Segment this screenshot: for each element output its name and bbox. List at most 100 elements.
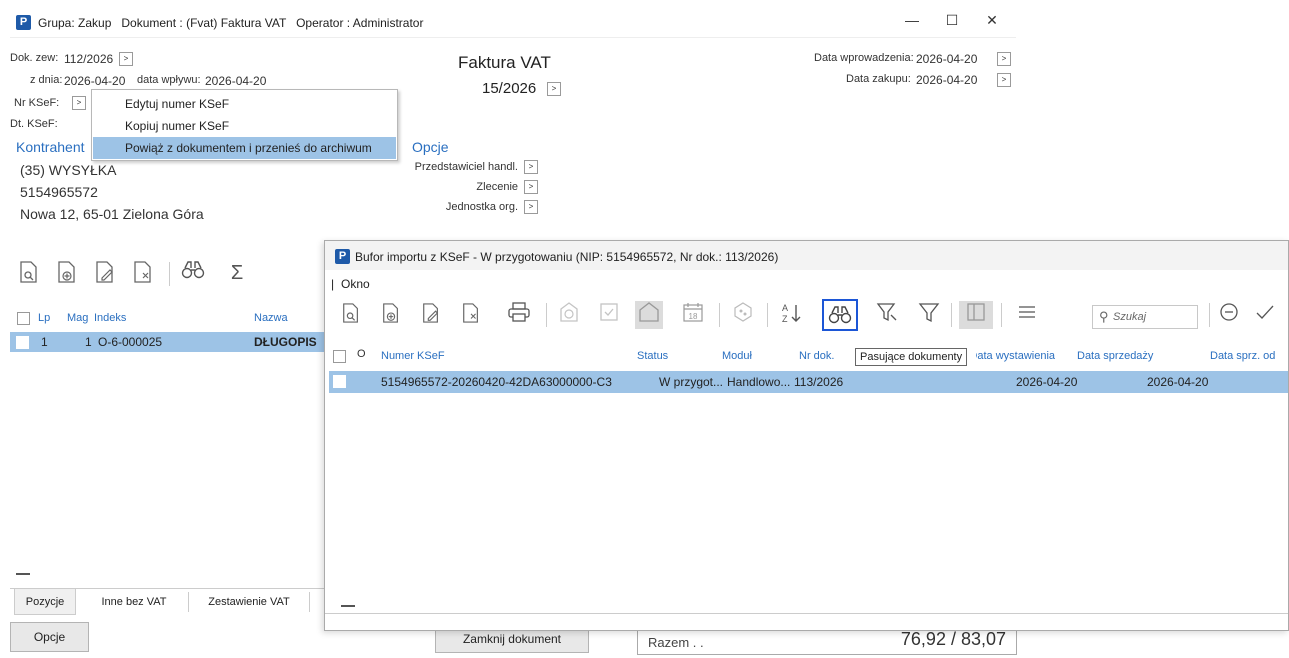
menu-okno[interactable]: Okno — [341, 277, 370, 291]
table-row[interactable]: 1 1 O-6-000025 DŁUGOPIS — [10, 332, 325, 352]
calendar-day: 18 — [689, 312, 698, 321]
tab-separator — [309, 592, 310, 612]
buffer-app-logo: P — [335, 249, 350, 264]
row-numer-ksef: 5154965572-20260420-42DA63000000-C3 — [381, 375, 612, 389]
panel-toggle-icon[interactable] — [959, 301, 993, 329]
column-mag[interactable]: Mag — [67, 312, 88, 324]
row-mag: 1 — [85, 335, 92, 349]
dok-zew-arrow-button[interactable]: > — [119, 52, 133, 66]
bottom-divider — [325, 613, 1288, 614]
menu-item-link-archive[interactable]: Powiąż z dokumentem i przenieś do archiw… — [93, 137, 396, 159]
minimize-button[interactable]: — — [900, 12, 924, 28]
data-wprowadzenia-arrow-button[interactable]: > — [997, 52, 1011, 66]
splitter-handle[interactable] — [16, 573, 30, 575]
tooltip-matching-documents: Pasujące dokumenty — [855, 348, 968, 366]
data-zakupu-value: 2026-04-20 — [916, 73, 978, 87]
z-dnia-value: 2026-04-20 — [64, 74, 126, 88]
column-lp[interactable]: Lp — [38, 312, 50, 324]
app-logo: P — [16, 15, 31, 30]
row-data-sprzedazy: 2026-04-20 — [1147, 375, 1209, 389]
column-nazwa[interactable]: Nazwa — [254, 312, 288, 324]
column-data-sprzedazy[interactable]: Data sprzedaży — [1077, 350, 1153, 362]
splitter-handle[interactable] — [341, 605, 355, 607]
dok-zew-value: 112/2026 — [64, 52, 114, 66]
dt-ksef-label: Dt. KSeF: — [10, 118, 58, 130]
sort-az-icon[interactable]: AZ — [777, 301, 805, 329]
row-checkbox[interactable] — [333, 375, 346, 388]
doc-type-title: Faktura VAT — [458, 53, 551, 72]
menu-grip: | — [331, 277, 335, 291]
add-document-icon[interactable] — [377, 301, 405, 329]
minus-circle-icon[interactable] — [1215, 301, 1243, 329]
toolbar-separator — [1001, 303, 1002, 327]
filter-icon[interactable] — [915, 301, 943, 329]
data-zakupu-arrow-button[interactable]: > — [997, 73, 1011, 87]
column-numer-ksef[interactable]: Numer KSeF — [381, 350, 445, 362]
sum-icon[interactable]: Σ — [224, 260, 250, 286]
row-indeks: O-6-000025 — [98, 335, 163, 349]
column-data-sprz-od-clip: Data sprz. od — [1210, 349, 1289, 365]
print-icon[interactable] — [505, 301, 533, 329]
menu-item-copy-ksef[interactable]: Kopiuj numer KSeF — [93, 115, 396, 137]
search-input[interactable]: ⚲ Szukaj — [1092, 305, 1198, 329]
doc-number-arrow-button[interactable]: > — [547, 82, 561, 96]
close-button[interactable]: ✕ — [980, 12, 1004, 29]
contractor-heading[interactable]: Kontrahent — [16, 139, 85, 155]
przedstawiciel-arrow-button[interactable]: > — [524, 160, 538, 174]
data-wplywu-value: 2026-04-20 — [205, 74, 267, 88]
svg-text:Z: Z — [782, 314, 788, 324]
preview-icon[interactable] — [16, 260, 42, 286]
column-data-wystawienia-clip: Data wystawienia — [976, 349, 1055, 365]
totals-label: Razem . . — [648, 635, 704, 650]
row-checkbox[interactable] — [16, 336, 29, 349]
buffer-window-title: Bufor importu z KSeF - W przygotowaniu (… — [355, 250, 779, 264]
status-dot-icon: O — [357, 348, 366, 360]
doc-number: 15/2026 — [482, 80, 537, 97]
tab-zestawienie-vat[interactable]: Zestawienie VAT — [196, 589, 302, 615]
menu-item-edit-ksef[interactable]: Edytuj numer KSeF — [93, 93, 396, 115]
buffer-titlebar: P Bufor importu z KSeF - W przygotowaniu… — [325, 241, 1288, 270]
preview-icon[interactable] — [337, 301, 365, 329]
column-modul[interactable]: Moduł — [722, 350, 752, 362]
edit-document-icon[interactable] — [417, 301, 445, 329]
data-wprowadzenia-label: Data wprowadzenia: — [814, 52, 914, 64]
matching-documents-button[interactable] — [822, 299, 858, 331]
archive-icon[interactable] — [635, 301, 663, 329]
nr-ksef-arrow-button[interactable]: > — [72, 96, 86, 110]
column-data-sprz-od[interactable]: Data sprz. od — [1210, 350, 1275, 362]
tab-separator — [188, 592, 189, 612]
select-all-checkbox[interactable] — [333, 350, 346, 363]
ksef-import-buffer-window: P Bufor importu z KSeF - W przygotowaniu… — [324, 240, 1289, 631]
column-nr-dok[interactable]: Nr dok. — [799, 350, 834, 362]
select-all-checkbox[interactable] — [17, 312, 30, 325]
edit-document-icon[interactable] — [92, 260, 118, 286]
binoculars-icon[interactable] — [180, 260, 206, 286]
options-heading: Opcje — [412, 139, 449, 155]
data-wprowadzenia-value: 2026-04-20 — [916, 52, 978, 66]
column-status[interactable]: Status — [637, 350, 668, 362]
add-document-icon[interactable] — [54, 260, 80, 286]
data-wplywu-label: data wpływu: — [137, 74, 201, 86]
confirm-check-icon[interactable] — [1251, 301, 1279, 329]
toolbar-separator — [719, 303, 720, 327]
delete-document-icon[interactable] — [130, 260, 156, 286]
row-status: W przygot... — [659, 375, 724, 389]
filter-edit-icon[interactable] — [873, 301, 901, 329]
column-indeks[interactable]: Indeks — [94, 312, 126, 324]
options-button[interactable]: Opcje — [10, 622, 89, 652]
data-zakupu-label: Data zakupu: — [846, 73, 911, 85]
z-dnia-label: z dnia: — [30, 74, 63, 86]
jednostka-arrow-button[interactable]: > — [524, 200, 538, 214]
contractor-name: (35) WYSYŁKA — [20, 162, 117, 178]
zlecenie-arrow-button[interactable]: > — [524, 180, 538, 194]
main-window-titlebar: P Grupa: Zakup Dokument : (Fvat) Faktura… — [10, 8, 1016, 38]
tab-inne-bez-vat[interactable]: Inne bez VAT — [94, 589, 174, 615]
accept-icon — [595, 301, 623, 329]
tab-pozycje[interactable]: Pozycje — [14, 589, 76, 615]
table-row[interactable]: 5154965572-20260420-42DA63000000-C3 W pr… — [329, 371, 1288, 393]
delete-document-icon[interactable] — [457, 301, 485, 329]
maximize-button[interactable]: ☐ — [940, 12, 964, 29]
column-data-wystawienia[interactable]: Data wystawienia — [976, 350, 1055, 362]
calendar-icon[interactable]: 18 — [679, 301, 707, 329]
columns-menu-icon[interactable] — [1013, 301, 1041, 329]
